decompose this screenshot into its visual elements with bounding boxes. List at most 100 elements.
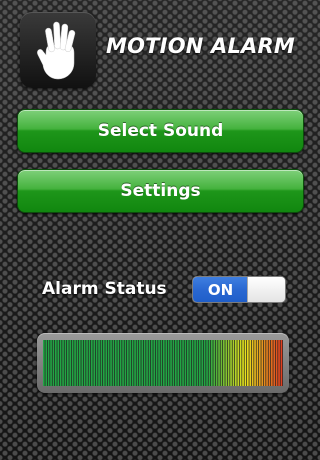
meter-bar <box>151 340 153 386</box>
meter-bar <box>95 340 98 386</box>
meter-bar <box>232 340 235 386</box>
meter-bar <box>45 340 48 386</box>
toggle-on-label: ON <box>193 277 248 302</box>
meter-bar <box>239 340 242 386</box>
meter-bar <box>275 340 278 386</box>
meter-bar <box>74 340 76 386</box>
meter-bar <box>136 340 139 386</box>
meter-bar <box>179 340 182 386</box>
header: MOTION ALARM <box>0 0 320 100</box>
meter-bar <box>201 340 204 386</box>
meter-bar <box>105 340 108 386</box>
meter-bar <box>64 340 67 386</box>
motion-level-meter <box>37 333 289 393</box>
meter-bar <box>67 340 69 386</box>
meter-bar <box>115 340 117 386</box>
meter-bar <box>278 340 280 386</box>
meter-bar <box>199 340 201 386</box>
meter-bar <box>79 340 81 386</box>
meter-bar <box>191 340 194 386</box>
meter-bar <box>155 340 158 386</box>
meter-bar <box>47 340 50 386</box>
meter-bar <box>189 340 192 386</box>
meter-bar <box>146 340 148 386</box>
meter-bar <box>230 340 232 386</box>
meter-bar <box>220 340 223 386</box>
meter-bar <box>50 340 52 386</box>
meter-bar <box>163 340 165 386</box>
meter-bar <box>107 340 110 386</box>
meter-bar <box>249 340 252 386</box>
meter-bar <box>100 340 103 386</box>
meter-bar <box>211 340 213 386</box>
meter-bar <box>273 340 276 386</box>
meter-bar <box>160 340 163 386</box>
meter-bar <box>141 340 144 386</box>
meter-bar <box>280 340 283 386</box>
meter-bar <box>259 340 261 386</box>
meter-bar <box>206 340 208 386</box>
meter-bar <box>76 340 79 386</box>
select-sound-button[interactable]: Select Sound <box>17 109 304 153</box>
meter-bar <box>98 340 100 386</box>
meter-bar <box>203 340 206 386</box>
meter-bar <box>225 340 228 386</box>
meter-bar <box>251 340 254 386</box>
meter-bar <box>271 340 273 386</box>
meter-bar <box>103 340 105 386</box>
app-icon <box>20 12 96 88</box>
meter-bar <box>153 340 156 386</box>
meter-bar <box>62 340 64 386</box>
meter-bar <box>187 340 189 386</box>
meter-bar <box>129 340 132 386</box>
meter-bar <box>254 340 256 386</box>
meter-bar <box>182 340 184 386</box>
meter-bar <box>196 340 199 386</box>
meter-bar <box>235 340 237 386</box>
meter-bar <box>93 340 96 386</box>
app-title: MOTION ALARM <box>106 34 295 58</box>
meter-bar <box>167 340 170 386</box>
meter-bar <box>213 340 216 386</box>
meter-bar <box>86 340 88 386</box>
toggle-knob[interactable] <box>247 277 285 302</box>
meter-bar <box>57 340 60 386</box>
meter-bar <box>88 340 91 386</box>
meter-bar <box>268 340 271 386</box>
meter-bar <box>247 340 249 386</box>
meter-bar <box>52 340 55 386</box>
meter-bar <box>218 340 220 386</box>
hand-icon <box>37 21 76 80</box>
meter-bar <box>215 340 218 386</box>
meter-bar <box>177 340 180 386</box>
meter-bar <box>69 340 72 386</box>
meter-bar <box>148 340 151 386</box>
alarm-status-label: Alarm Status <box>42 279 167 299</box>
meter-bar <box>227 340 230 386</box>
alarm-status-toggle[interactable]: ON <box>192 276 286 303</box>
meter-bar <box>127 340 129 386</box>
settings-button[interactable]: Settings <box>17 169 304 213</box>
meter-bar <box>81 340 84 386</box>
meter-bar <box>131 340 134 386</box>
meter-bar <box>117 340 120 386</box>
meter-bar <box>242 340 244 386</box>
meter-bar <box>83 340 86 386</box>
meter-bar <box>172 340 175 386</box>
meter-bar <box>223 340 225 386</box>
meter-bar <box>175 340 177 386</box>
meter-bar <box>208 340 211 386</box>
meter-bar <box>237 340 240 386</box>
meter-bar <box>158 340 160 386</box>
meter-bar <box>55 340 57 386</box>
meter-bar <box>266 340 268 386</box>
meter-bars <box>43 340 283 386</box>
meter-bar <box>43 340 45 386</box>
meter-bar <box>124 340 127 386</box>
meter-bar <box>139 340 141 386</box>
meter-bar <box>122 340 124 386</box>
meter-bar <box>170 340 172 386</box>
meter-bar <box>165 340 168 386</box>
meter-bar <box>71 340 74 386</box>
meter-bar <box>261 340 264 386</box>
